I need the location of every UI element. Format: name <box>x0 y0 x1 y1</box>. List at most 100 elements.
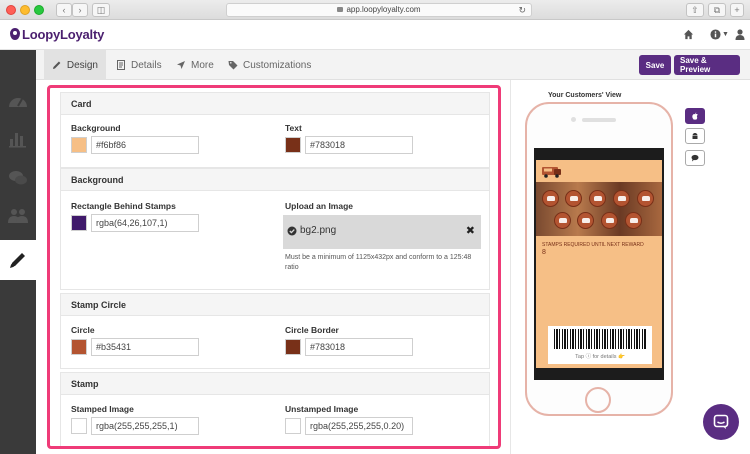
sidebar-item-messages[interactable] <box>0 160 36 196</box>
phone-preview: STAMPS REQUIRED UNTIL NEXT REWARD 8 Tap … <box>525 102 673 416</box>
stamp-background-image <box>536 182 662 236</box>
sidebar-toggle-icon[interactable]: ◫ <box>92 3 110 17</box>
rect-behind-stamps-label: Rectangle Behind Stamps <box>71 201 176 211</box>
unstamped-image-input[interactable]: rgba(255,255,255,0.20) <box>305 417 413 435</box>
card-background-swatch[interactable] <box>71 137 87 153</box>
chat-icon <box>713 414 729 429</box>
card-text-input[interactable]: #783018 <box>305 136 413 154</box>
circle-swatch[interactable] <box>71 339 87 355</box>
close-window-button[interactable] <box>6 5 16 15</box>
reload-icon[interactable]: ↻ <box>518 4 526 16</box>
barcode <box>554 329 646 349</box>
card-background-label: Background <box>71 123 121 133</box>
location-pin-icon <box>10 28 20 40</box>
food-truck-logo <box>542 167 561 178</box>
tabs-icon[interactable]: ⧉ <box>708 3 726 17</box>
stamped-image-input[interactable]: rgba(255,255,255,1) <box>91 417 199 435</box>
stamps-required-label: STAMPS REQUIRED UNTIL NEXT REWARD <box>542 242 644 248</box>
maximize-window-button[interactable] <box>34 5 44 15</box>
share-icon[interactable]: ⇧ <box>686 3 704 17</box>
phone-speaker <box>582 118 616 122</box>
stamped-image-swatch[interactable] <box>71 418 87 434</box>
url-text: app.loopyloyalty.com <box>346 5 421 14</box>
address-bar[interactable]: app.loopyloyalty.com ↻ <box>226 3 532 17</box>
stamp-circle <box>625 212 642 229</box>
phone-home-button <box>585 387 611 413</box>
android-icon <box>692 133 698 139</box>
tab-label: Design <box>66 59 98 71</box>
support-chat-button[interactable] <box>703 404 739 440</box>
pencil-icon <box>52 61 61 69</box>
sidebar-item-customers[interactable] <box>0 198 36 234</box>
sidebar-item-reports[interactable] <box>0 120 36 156</box>
stamp-circle <box>542 190 559 207</box>
app-name: LoopyLoyalty <box>22 27 105 42</box>
android-preview-button[interactable] <box>685 128 705 144</box>
circle-border-swatch[interactable] <box>285 339 301 355</box>
card-text-label: Text <box>285 123 302 133</box>
tab-design[interactable]: Design <box>44 50 106 80</box>
loyalty-card-preview: STAMPS REQUIRED UNTIL NEXT REWARD 8 Tap … <box>536 160 662 368</box>
upload-image-label: Upload an Image <box>285 201 354 211</box>
tab-more[interactable]: More <box>168 50 222 80</box>
chevron-down-icon[interactable]: ▼ <box>722 31 729 38</box>
section-stamp: Stamped Image rgba(255,255,255,1) Unstam… <box>60 394 490 446</box>
section-background-title: Background <box>60 168 490 190</box>
stamp-circle <box>565 190 582 207</box>
upload-file-name: bg2.png <box>300 225 337 236</box>
tabs-bar: Design Details More Customizations Save … <box>36 50 750 80</box>
save-preview-button[interactable]: Save & Preview <box>674 55 740 75</box>
circle-border-input[interactable]: #783018 <box>305 338 413 356</box>
phone-camera <box>571 117 576 122</box>
remove-file-icon[interactable]: ✖ <box>466 224 475 237</box>
back-icon[interactable]: ‹ <box>56 3 72 17</box>
check-circle-icon <box>287 226 297 235</box>
document-icon <box>117 60 125 70</box>
circle-input[interactable]: #b35431 <box>91 338 199 356</box>
save-button[interactable]: Save <box>639 55 671 75</box>
section-stamp-circle-title: Stamp Circle <box>60 293 490 315</box>
section-stamp-circle: Circle #b35431 Circle Border #783018 <box>60 315 490 369</box>
tap-for-details: Tap ⓘ for details 👉 <box>575 354 625 360</box>
new-tab-icon[interactable]: + <box>730 3 744 17</box>
rect-behind-stamps-swatch[interactable] <box>71 215 87 231</box>
apple-preview-button[interactable] <box>685 108 705 124</box>
message-icon <box>691 154 699 162</box>
user-icon[interactable] <box>735 29 745 40</box>
tags-icon <box>228 61 238 70</box>
tab-details[interactable]: Details <box>108 50 170 80</box>
minimize-window-button[interactable] <box>20 5 30 15</box>
sidebar-item-design[interactable] <box>0 240 36 280</box>
circle-label: Circle <box>71 325 95 335</box>
section-background: Rectangle Behind Stamps rgba(64,26,107,1… <box>60 190 490 290</box>
card-text-swatch[interactable] <box>285 137 301 153</box>
stamped-image-label: Stamped Image <box>71 404 134 414</box>
tab-customizations[interactable]: Customizations <box>220 50 319 80</box>
preview-divider <box>510 80 511 454</box>
sidebar-item-dashboard[interactable] <box>0 84 36 120</box>
users-icon <box>8 209 28 223</box>
app-logo[interactable]: LoopyLoyalty <box>10 27 104 42</box>
info-icon[interactable] <box>710 29 721 40</box>
unstamped-image-label: Unstamped Image <box>285 404 359 414</box>
stamp-circle <box>589 190 606 207</box>
preview-title: Your Customers' View <box>548 92 622 99</box>
forward-icon[interactable]: › <box>72 3 88 17</box>
design-form: Card Background #f6bf86 Text #783018 Bac… <box>47 85 501 449</box>
app-header: LoopyLoyalty ▼ <box>0 20 750 50</box>
stamp-circle <box>577 212 594 229</box>
uploaded-file[interactable]: bg2.png ✖ <box>283 215 481 249</box>
stamp-circle <box>613 190 630 207</box>
tab-label: Details <box>131 59 162 71</box>
home-icon[interactable] <box>683 29 694 40</box>
lock-icon <box>337 7 344 12</box>
rect-behind-stamps-input[interactable]: rgba(64,26,107,1) <box>91 214 199 232</box>
section-card-title: Card <box>60 92 490 114</box>
unstamped-image-swatch[interactable] <box>285 418 301 434</box>
tab-label: More <box>191 59 214 71</box>
card-background-input[interactable]: #f6bf86 <box>91 136 199 154</box>
bar-chart-icon <box>9 133 26 148</box>
stamp-circle <box>637 190 654 207</box>
message-preview-button[interactable] <box>685 150 705 166</box>
section-card: Background #f6bf86 Text #783018 <box>60 114 490 168</box>
